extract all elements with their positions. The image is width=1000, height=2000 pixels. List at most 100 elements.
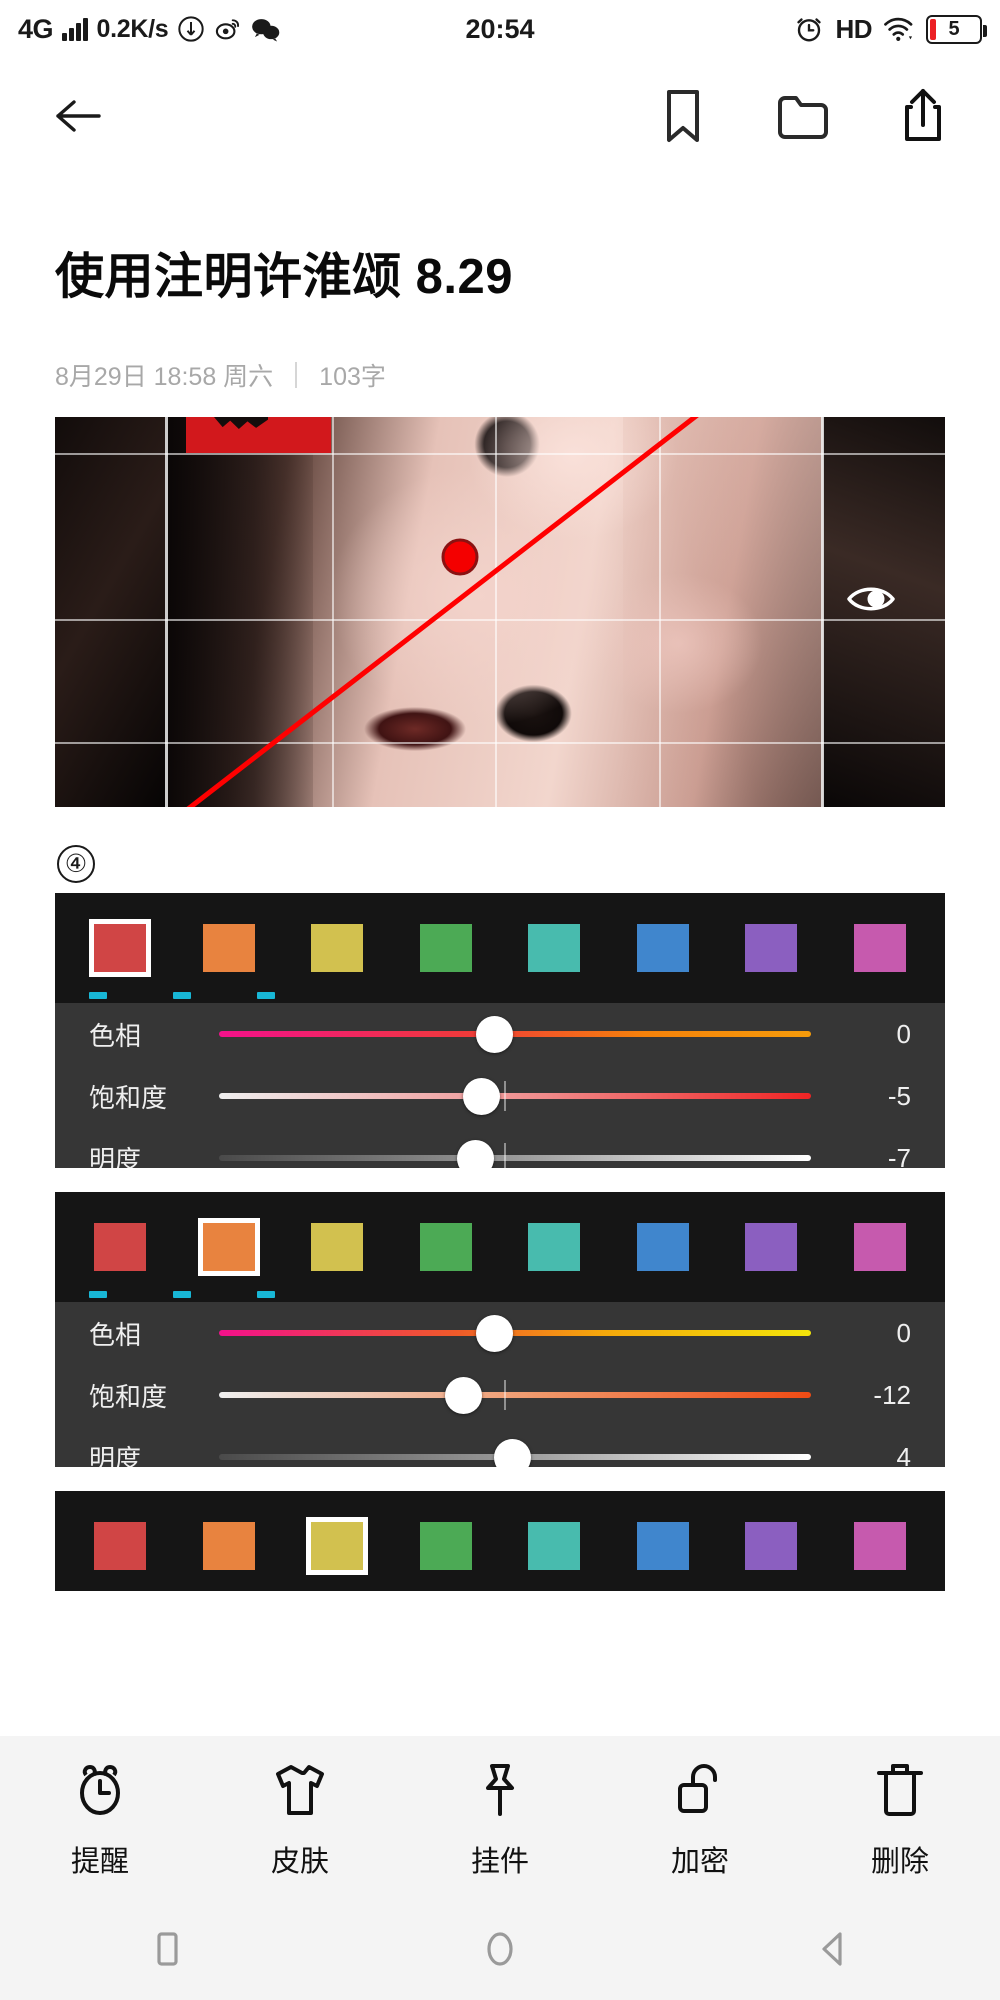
toolbar-item-delete[interactable]: 删除	[800, 1761, 1000, 1880]
android-nav-bar	[0, 1904, 1000, 2000]
weibo-icon	[214, 15, 242, 43]
slider-value: -5	[887, 1080, 911, 1111]
color-swatch-row-3	[55, 1517, 945, 1575]
toolbar-label: 删除	[870, 1845, 929, 1878]
slider-value: 0	[896, 1018, 911, 1049]
alarm-clock-icon	[71, 1761, 129, 1824]
color-swatch-magenta[interactable]	[849, 1218, 911, 1276]
tshirt-icon	[270, 1761, 330, 1824]
folder-icon[interactable]	[768, 81, 838, 151]
app-header	[0, 58, 1000, 173]
slider-track-wrap[interactable]	[207, 1364, 825, 1426]
trash-icon	[874, 1761, 926, 1824]
color-swatch-orange[interactable]	[198, 919, 260, 977]
color-swatch-blue[interactable]	[632, 1218, 694, 1276]
slider-label: 饱和度	[89, 1381, 168, 1412]
download-circle-icon	[177, 15, 205, 43]
color-swatch-blue[interactable]	[632, 919, 694, 977]
color-swatch-teal[interactable]	[523, 1517, 585, 1575]
color-swatch-magenta[interactable]	[849, 919, 911, 977]
hd-label: HD	[835, 13, 872, 44]
color-swatch-teal[interactable]	[523, 919, 585, 977]
slider-hue-2[interactable]: 色相 0	[55, 1302, 945, 1364]
color-swatch-red[interactable]	[89, 1517, 151, 1575]
back-triangle-icon[interactable]	[667, 1930, 1000, 1974]
slider-track-wrap[interactable]	[207, 1426, 825, 1467]
step-badge: ④	[57, 845, 95, 883]
color-swatch-strip-2	[55, 1192, 945, 1302]
eye-toggle-icon[interactable]	[845, 577, 907, 621]
unlock-icon	[672, 1761, 728, 1824]
back-arrow-icon[interactable]	[42, 81, 112, 151]
bookmark-icon[interactable]	[648, 81, 718, 151]
slider-knob[interactable]	[475, 1314, 513, 1352]
color-swatch-strip-3	[55, 1491, 945, 1591]
color-swatch-yellow[interactable]	[306, 1218, 368, 1276]
toolbar-label: 皮肤	[270, 1845, 329, 1878]
color-swatch-orange[interactable]	[198, 1517, 260, 1575]
slider-luminance-1[interactable]: 明度 -7	[55, 1127, 945, 1168]
note-image[interactable]	[55, 417, 945, 807]
wifi-icon	[883, 15, 915, 43]
toolbar-item-skin[interactable]: 皮肤	[200, 1761, 400, 1880]
toolbar-item-widget[interactable]: 挂件	[400, 1761, 600, 1880]
slider-track	[219, 1392, 811, 1398]
slider-track-wrap[interactable]	[207, 1003, 825, 1065]
battery-indicator: 5	[926, 14, 987, 44]
slider-track-wrap[interactable]	[207, 1065, 825, 1127]
slider-knob[interactable]	[444, 1376, 482, 1414]
toolbar-label: 提醒	[70, 1845, 129, 1878]
home-circle-icon[interactable]	[333, 1930, 666, 1974]
color-swatch-green[interactable]	[415, 1517, 477, 1575]
color-swatch-red[interactable]	[89, 919, 151, 977]
toolbar-item-encrypt[interactable]: 加密	[600, 1761, 800, 1880]
color-swatch-red[interactable]	[89, 1218, 151, 1276]
color-swatch-purple[interactable]	[740, 1218, 802, 1276]
slider-label: 明度	[89, 1144, 142, 1169]
signal-bars-icon	[62, 17, 88, 41]
note-wordcount-label: 103字	[319, 363, 386, 391]
color-swatch-purple[interactable]	[740, 1517, 802, 1575]
meta-divider	[295, 362, 298, 388]
color-swatch-magenta[interactable]	[849, 1517, 911, 1575]
slider-value: -12	[873, 1379, 911, 1410]
color-swatch-strip-1	[55, 893, 945, 1003]
toolbar-item-reminder[interactable]: 提醒	[0, 1761, 200, 1880]
slider-luminance-2[interactable]: 明度 4	[55, 1426, 945, 1467]
slider-hue-1[interactable]: 色相 0	[55, 1003, 945, 1065]
color-swatch-yellow[interactable]	[306, 919, 368, 977]
slider-knob[interactable]	[494, 1438, 532, 1467]
recents-square-icon[interactable]	[0, 1930, 333, 1974]
page-title: 使用注明许淮颂 8.29	[55, 250, 513, 304]
slider-knob[interactable]	[463, 1077, 501, 1115]
hsl-panel-2: 色相 0 饱和度 -12 明度 4	[55, 1192, 945, 1467]
color-swatch-blue[interactable]	[632, 1517, 694, 1575]
slider-track-wrap[interactable]	[207, 1302, 825, 1364]
slider-knob[interactable]	[457, 1139, 495, 1168]
note-meta: 8月29日 18:58 周六 103字	[55, 357, 386, 393]
alarm-icon	[794, 14, 824, 44]
slider-value: 4	[896, 1441, 911, 1468]
color-swatch-teal[interactable]	[523, 1218, 585, 1276]
slider-track-wrap[interactable]	[207, 1127, 825, 1168]
slider-saturation-1[interactable]: 饱和度 -5	[55, 1065, 945, 1127]
share-icon[interactable]	[888, 81, 958, 151]
color-swatch-yellow[interactable]	[306, 1517, 369, 1575]
curve-line-overlay	[186, 417, 699, 807]
slider-value: -7	[887, 1142, 911, 1169]
bottom-toolbar: 提醒 皮肤 挂件 加密 删除	[0, 1736, 1000, 1904]
wechat-icon	[251, 15, 281, 43]
color-swatch-green[interactable]	[415, 919, 477, 977]
swatch-modified-ticks-2	[89, 1291, 275, 1298]
slider-knob[interactable]	[475, 1015, 513, 1053]
color-swatch-row-1	[55, 919, 945, 977]
color-swatch-green[interactable]	[415, 1218, 477, 1276]
slider-saturation-2[interactable]: 饱和度 -12	[55, 1364, 945, 1426]
color-swatch-orange[interactable]	[197, 1218, 260, 1276]
note-detail-screen: 4G 0.2K/s 20:54 HD 5 使用注明许淮颂 8.29 8月29日 …	[0, 0, 1000, 2000]
slider-track	[219, 1330, 811, 1336]
toolbar-label: 挂件	[470, 1845, 529, 1878]
swatch-modified-ticks-1	[89, 992, 275, 999]
color-swatch-purple[interactable]	[740, 919, 802, 977]
slider-center-mark	[503, 1380, 506, 1410]
